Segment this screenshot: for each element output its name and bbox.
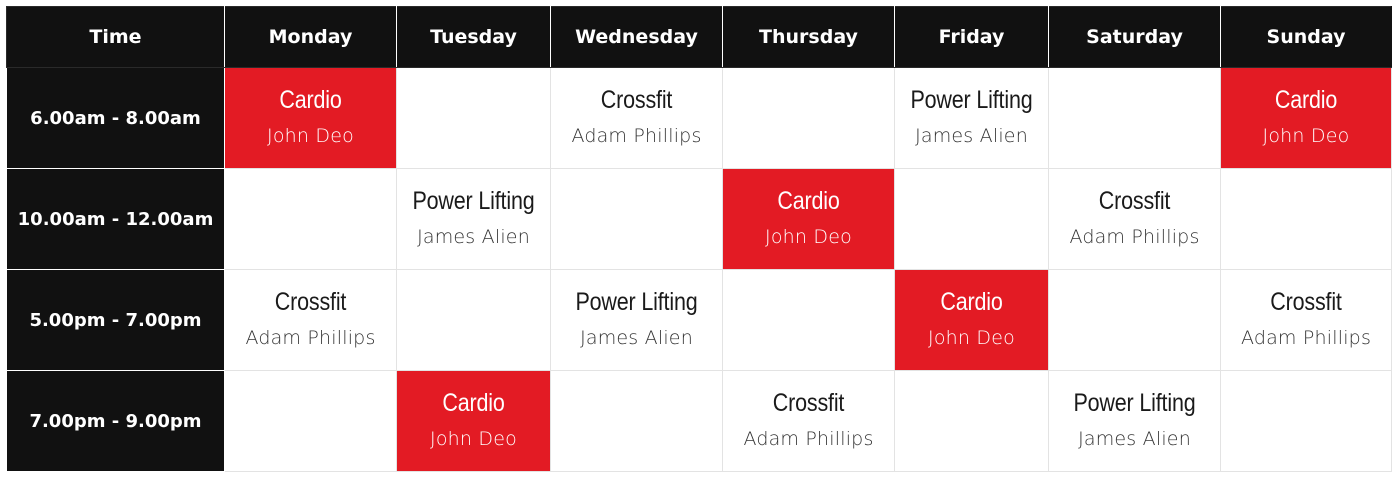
time-slot-label: 5.00pm - 7.00pm bbox=[6, 269, 225, 371]
class-name: Crossfit bbox=[1270, 287, 1342, 316]
header-saturday: Saturday bbox=[1048, 6, 1221, 68]
class-name: Cardio bbox=[940, 287, 1003, 316]
class-name: Power Lifting bbox=[575, 287, 698, 316]
class-slot[interactable]: Crossfit Adam Phillips bbox=[722, 370, 895, 472]
class-name: Power Lifting bbox=[412, 186, 535, 215]
header-friday: Friday bbox=[894, 6, 1049, 68]
time-slot-label: 7.00pm - 9.00pm bbox=[6, 370, 225, 472]
empty-slot bbox=[894, 168, 1049, 270]
trainer-name: John Deo bbox=[1262, 124, 1350, 147]
class-name: Crossfit bbox=[1098, 186, 1171, 215]
class-name: Power Lifting bbox=[1073, 388, 1196, 417]
header-wednesday: Wednesday bbox=[550, 6, 723, 68]
empty-slot bbox=[396, 67, 551, 169]
class-name: Cardio bbox=[777, 186, 840, 215]
trainer-name: John Deo bbox=[267, 124, 354, 147]
class-schedule-table: Time Monday Tuesday Wednesday Thursday F… bbox=[6, 6, 1392, 472]
class-slot[interactable]: Cardio John Deo bbox=[396, 370, 551, 472]
class-slot[interactable]: Cardio John Deo bbox=[1220, 67, 1392, 169]
class-slot[interactable]: Crossfit Adam Phillips bbox=[1220, 269, 1392, 371]
empty-slot bbox=[1220, 168, 1392, 270]
schedule-row: 7.00pm - 9.00pm Cardio John Deo Crossfit Ada… bbox=[6, 370, 1392, 472]
time-slot-label: 6.00am - 8.00am bbox=[6, 67, 225, 169]
empty-slot bbox=[894, 370, 1049, 472]
class-name: Crossfit bbox=[274, 287, 347, 316]
trainer-name: Adam Phillips bbox=[245, 326, 376, 349]
empty-slot bbox=[550, 168, 723, 270]
class-slot[interactable]: Crossfit Adam Phillips bbox=[1048, 168, 1221, 270]
empty-slot bbox=[396, 269, 551, 371]
class-slot[interactable]: Cardio John Deo bbox=[722, 168, 895, 270]
class-name: Cardio bbox=[279, 85, 342, 114]
header-tuesday: Tuesday bbox=[396, 6, 551, 68]
schedule-header: Time Monday Tuesday Wednesday Thursday F… bbox=[6, 6, 1392, 68]
schedule-row: 10.00am - 12.00am Power Lifting James Alie… bbox=[6, 168, 1392, 270]
class-name: Cardio bbox=[1274, 85, 1338, 114]
trainer-name: John Deo bbox=[430, 427, 517, 450]
empty-slot bbox=[1048, 67, 1221, 169]
trainer-name: John Deo bbox=[765, 225, 852, 248]
empty-slot bbox=[722, 269, 895, 371]
trainer-name: John Deo bbox=[928, 326, 1015, 349]
class-slot[interactable]: Crossfit Adam Phillips bbox=[224, 269, 397, 371]
empty-slot bbox=[224, 370, 397, 472]
trainer-name: James Alien bbox=[1078, 427, 1191, 450]
class-name: Crossfit bbox=[600, 85, 673, 114]
header-time: Time bbox=[6, 6, 225, 68]
trainer-name: James Alien bbox=[915, 124, 1028, 147]
trainer-name: Adam Phillips bbox=[1069, 225, 1200, 248]
trainer-name: Adam Phillips bbox=[571, 124, 702, 147]
empty-slot bbox=[224, 168, 397, 270]
header-thursday: Thursday bbox=[722, 6, 895, 68]
class-slot[interactable]: Crossfit Adam Phillips bbox=[550, 67, 723, 169]
time-slot-label: 10.00am - 12.00am bbox=[6, 168, 225, 270]
empty-slot bbox=[722, 67, 895, 169]
trainer-name: James Alien bbox=[417, 225, 530, 248]
class-slot[interactable]: Power Lifting James Alien bbox=[396, 168, 551, 270]
header-monday: Monday bbox=[224, 6, 397, 68]
empty-slot bbox=[1220, 370, 1392, 472]
header-sunday: Sunday bbox=[1220, 6, 1392, 68]
class-slot[interactable]: Cardio John Deo bbox=[894, 269, 1049, 371]
trainer-name: James Alien bbox=[580, 326, 693, 349]
trainer-name: Adam Phillips bbox=[743, 427, 874, 450]
class-slot[interactable]: Cardio John Deo bbox=[224, 67, 397, 169]
class-slot[interactable]: Power Lifting James Alien bbox=[550, 269, 723, 371]
class-slot[interactable]: Power Lifting James Alien bbox=[1048, 370, 1221, 472]
empty-slot bbox=[550, 370, 723, 472]
schedule-body: 6.00am - 8.00am Cardio John Deo Crossfit Ada… bbox=[6, 67, 1392, 472]
class-slot[interactable]: Power Lifting James Alien bbox=[894, 67, 1049, 169]
class-name: Crossfit bbox=[772, 388, 845, 417]
class-name: Cardio bbox=[442, 388, 505, 417]
class-name: Power Lifting bbox=[910, 85, 1033, 114]
empty-slot bbox=[1048, 269, 1221, 371]
trainer-name: Adam Phillips bbox=[1240, 326, 1372, 349]
schedule-row: 5.00pm - 7.00pm Crossfit Adam Phillips Powe… bbox=[6, 269, 1392, 371]
schedule-row: 6.00am - 8.00am Cardio John Deo Crossfit Ada… bbox=[6, 67, 1392, 169]
